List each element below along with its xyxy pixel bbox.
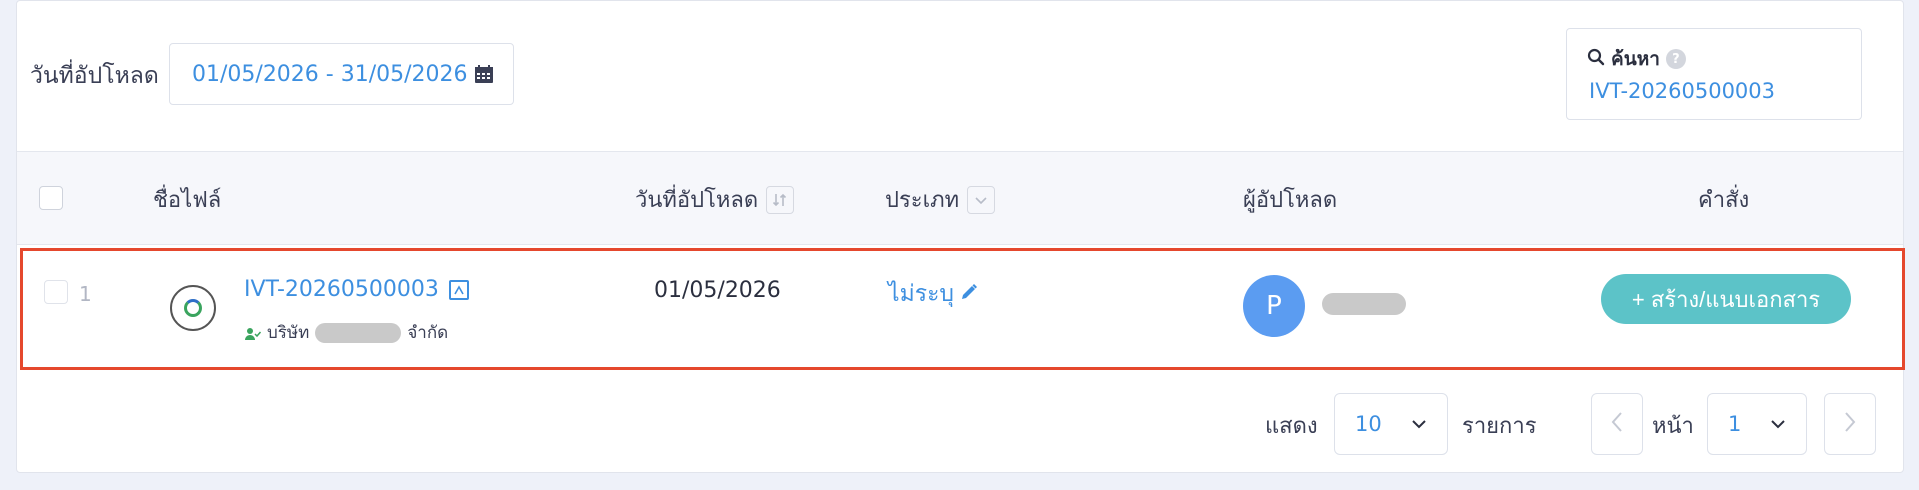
create-attach-document-button[interactable]: + สร้าง/แนบเอกสาร bbox=[1601, 274, 1851, 324]
column-type-label: ประเภท bbox=[885, 188, 960, 213]
date-filter-label: วันที่อัปโหลด bbox=[30, 63, 159, 89]
chevron-left-icon bbox=[1610, 411, 1624, 437]
page-select[interactable]: 1 bbox=[1707, 393, 1807, 455]
row-index: 1 bbox=[79, 282, 92, 306]
search-icon bbox=[1587, 48, 1605, 70]
redacted-company-name bbox=[315, 322, 402, 343]
file-name-link[interactable]: IVT-20260500003 bbox=[244, 277, 469, 302]
page-label: หน้า bbox=[1652, 414, 1694, 439]
type-edit-link[interactable]: ไม่ระบุ bbox=[888, 276, 978, 312]
user-check-icon bbox=[245, 326, 262, 340]
file-list-card: วันที่อัปโหลด 01/05/2026 - 31/05/2026 ค้… bbox=[16, 0, 1905, 473]
file-thumbnail[interactable] bbox=[170, 285, 216, 331]
company-info: บริษัท จำกัด bbox=[245, 319, 448, 346]
column-header-actions: คำสั่ง bbox=[1698, 182, 1749, 217]
search-field[interactable]: ค้นหา ? IVT-20260500003 bbox=[1566, 28, 1862, 120]
pencil-icon[interactable] bbox=[960, 281, 978, 307]
search-label: ค้นหา bbox=[1611, 48, 1660, 70]
column-header-type: ประเภท bbox=[885, 182, 996, 217]
select-all-cell bbox=[39, 186, 63, 210]
show-label: แสดง bbox=[1265, 414, 1318, 439]
column-file-name-label: ชื่อไฟล์ bbox=[153, 188, 222, 213]
column-uploader-label: ผู้อัปโหลด bbox=[1243, 188, 1338, 213]
company-suffix: จำกัด bbox=[407, 323, 449, 343]
column-header-uploader: ผู้อัปโหลด bbox=[1243, 182, 1337, 217]
avatar: P bbox=[1243, 275, 1305, 337]
file-name-text: IVT-20260500003 bbox=[244, 277, 439, 302]
prev-page-button[interactable] bbox=[1591, 393, 1643, 455]
column-header-upload-date: วันที่อัปโหลด bbox=[635, 182, 795, 217]
help-icon[interactable]: ? bbox=[1665, 49, 1686, 69]
column-upload-date-label: วันที่อัปโหลด bbox=[635, 188, 759, 213]
items-label: รายการ bbox=[1462, 414, 1537, 439]
page-size-select[interactable]: 10 bbox=[1334, 393, 1448, 455]
chevron-down-icon bbox=[1411, 416, 1427, 432]
date-range-picker[interactable]: 01/05/2026 - 31/05/2026 bbox=[169, 43, 514, 105]
row-upload-date: 01/05/2026 bbox=[654, 278, 781, 303]
calendar-icon bbox=[474, 64, 494, 84]
open-document-icon[interactable] bbox=[448, 279, 469, 300]
table-row: 1 IVT-20260500003 บริษัท จำกัด 01/05/202… bbox=[20, 248, 1905, 370]
company-prefix: บริษัท bbox=[267, 323, 310, 343]
page-size-value: 10 bbox=[1355, 412, 1382, 436]
page-value: 1 bbox=[1728, 412, 1742, 436]
type-value: ไม่ระบุ bbox=[888, 281, 955, 307]
chevron-down-icon[interactable] bbox=[967, 185, 996, 214]
search-input[interactable]: IVT-20260500003 bbox=[1589, 79, 1775, 103]
sort-icon[interactable] bbox=[766, 185, 795, 214]
column-header-file-name: ชื่อไฟล์ bbox=[153, 182, 221, 217]
recycle-logo-icon bbox=[184, 299, 202, 317]
date-range-value: 01/05/2026 - 31/05/2026 bbox=[192, 61, 468, 87]
search-header: ค้นหา ? bbox=[1587, 44, 1686, 74]
row-checkbox[interactable] bbox=[44, 280, 68, 304]
chevron-right-icon bbox=[1843, 411, 1857, 437]
next-page-button[interactable] bbox=[1824, 393, 1876, 455]
column-actions-label: คำสั่ง bbox=[1698, 188, 1750, 213]
redacted-uploader-name bbox=[1322, 293, 1406, 315]
select-all-checkbox[interactable] bbox=[39, 186, 63, 210]
table-header: ชื่อไฟล์ วันที่อัปโหลด ประเภท ผู้อัปโหลด… bbox=[17, 151, 1903, 245]
chevron-down-icon bbox=[1770, 416, 1786, 432]
